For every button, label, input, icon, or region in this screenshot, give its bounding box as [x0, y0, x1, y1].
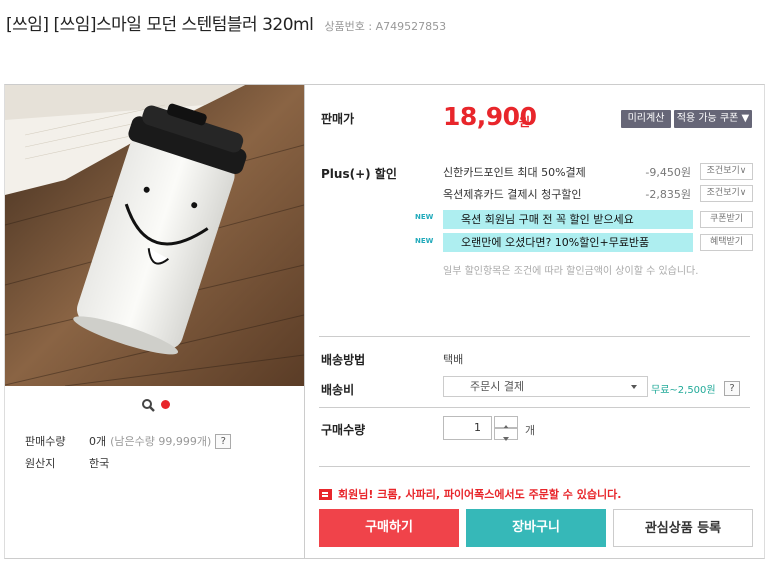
product-title: [쓰임] [쓰임]스마일 모던 스텐텀블러 320ml — [6, 15, 314, 35]
buy-button[interactable]: 구매하기 — [319, 509, 459, 547]
quantity-input[interactable]: 1 — [443, 416, 492, 440]
coupon-button[interactable]: 적용 가능 쿠폰 ▼ — [674, 110, 752, 128]
origin-label: 원산지 — [25, 457, 56, 470]
quantity-down-button[interactable] — [494, 428, 518, 441]
product-image[interactable] — [5, 85, 304, 386]
product-info-table: 판매수량 0개 (남은수량 99,999개) ? 원산지 한국 — [25, 430, 232, 474]
shipping-fee-select[interactable]: 주문시 결제 — [443, 376, 648, 397]
divider — [319, 466, 750, 467]
shipping-fee-label: 배송비 — [321, 383, 355, 397]
browser-notice: 회원님! 크롬, 사파리, 파이어폭스에서도 주문할 수 있습니다. — [319, 486, 621, 502]
discount-row-1-amount: -9,450원 — [645, 166, 691, 179]
arrow-icon — [319, 488, 332, 500]
remaining-quantity: (남은수량 99,999개) — [110, 435, 212, 448]
chevron-down-icon — [631, 385, 637, 389]
sold-label: 판매수량 — [25, 435, 66, 448]
calc-button[interactable]: 미리계산 — [621, 110, 671, 128]
left-panel: 판매수량 0개 (남은수량 99,999개) ? 원산지 한국 — [5, 85, 305, 558]
discount-label: Plus(+) 할인 — [321, 167, 397, 181]
new-badge-1: NEW — [415, 213, 434, 221]
shipping-help-button[interactable]: ? — [724, 381, 740, 396]
quantity-label: 구매수량 — [321, 423, 366, 437]
returning-member-banner[interactable]: 오랜만에 오셨다면? 10%할인+무료반품 — [443, 233, 693, 252]
product-code: 상품번호 : A749527853 — [324, 20, 447, 33]
product-photo — [5, 85, 304, 386]
discount-row-2-text: 옥션제휴카드 결제시 청구할인 — [443, 188, 582, 201]
sold-value: 0개 — [89, 435, 107, 448]
origin-value: 한국 — [89, 457, 110, 470]
sold-quantity-row: 판매수량 0개 (남은수량 99,999개) ? — [25, 430, 232, 452]
shipping-fee-text: 무료~2,500원 — [651, 385, 716, 396]
help-button[interactable]: ? — [215, 433, 232, 449]
get-coupon-button[interactable]: 쿠폰받기 — [700, 211, 753, 228]
condition-button-1[interactable]: 조건보기∨ — [700, 163, 753, 180]
quantity-up-button[interactable] — [494, 416, 518, 429]
divider — [319, 407, 750, 408]
shipping-method-value: 택배 — [443, 353, 464, 366]
condition-button-2[interactable]: 조건보기∨ — [700, 185, 753, 202]
new-badge-2: NEW — [415, 237, 434, 245]
origin-row: 원산지 한국 — [25, 452, 231, 474]
right-panel: 판매가 18,900 원 미리계산 적용 가능 쿠폰 ▼ Plus(+) 할인 … — [305, 85, 764, 558]
discount-row-1-text: 신한카드포인트 최대 50%결제 — [443, 166, 586, 179]
shipping-method-label: 배송방법 — [321, 353, 366, 367]
price-label: 판매가 — [321, 112, 355, 126]
title-row: [쓰임] [쓰임]스마일 모던 스텐텀블러 320ml 상품번호 : A7495… — [6, 10, 446, 35]
gallery-dot-active[interactable] — [161, 399, 170, 409]
cart-button[interactable]: 장바구니 — [466, 509, 606, 547]
gallery-controls — [141, 397, 170, 412]
shipping-fee-select-value: 주문시 결제 — [470, 380, 525, 393]
divider — [319, 336, 750, 337]
get-benefit-button[interactable]: 혜택받기 — [700, 234, 753, 251]
discount-note: 일부 할인항목은 조건에 따라 할인금액이 상이할 수 있습니다. — [443, 266, 699, 277]
wishlist-button[interactable]: 관심상품 등록 — [613, 509, 753, 547]
quantity-unit: 개 — [525, 424, 536, 437]
price-unit: 원 — [519, 115, 531, 129]
member-coupon-banner[interactable]: 옥션 회원님 구매 전 꼭 할인 받으세요 — [443, 210, 693, 229]
magnifier-icon[interactable] — [141, 397, 155, 412]
product-frame: 판매수량 0개 (남은수량 99,999개) ? 원산지 한국 판매가 18,9… — [4, 84, 765, 559]
discount-row-2-amount: -2,835원 — [645, 188, 691, 201]
browser-notice-text: 회원님! 크롬, 사파리, 파이어폭스에서도 주문할 수 있습니다. — [338, 488, 622, 501]
